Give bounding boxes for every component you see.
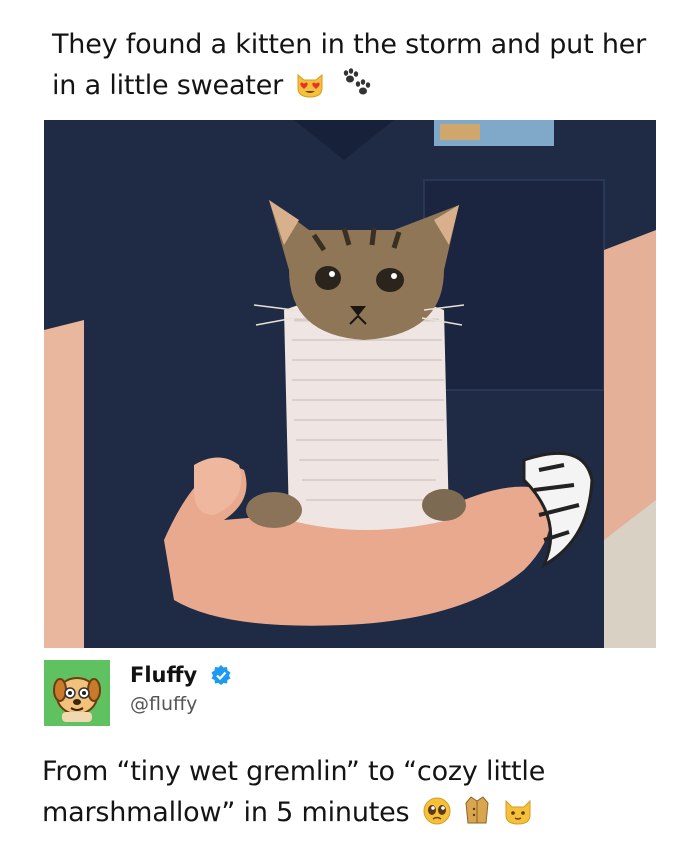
avatar[interactable] bbox=[44, 660, 110, 726]
cat-face-emoji-icon bbox=[503, 796, 533, 837]
verified-badge-icon bbox=[211, 665, 231, 690]
display-name[interactable]: Fluffy bbox=[130, 663, 231, 690]
heart-eyes-cat-emoji-icon bbox=[295, 69, 325, 110]
user-handle[interactable]: @fluffy bbox=[130, 693, 197, 715]
display-name-text: Fluffy bbox=[130, 663, 198, 687]
kitten-in-sweater-illustration bbox=[44, 120, 656, 648]
paw-prints-emoji-icon bbox=[338, 68, 372, 110]
tweet-text: From “tiny wet gremlin” to “cozy little … bbox=[42, 751, 662, 837]
coat-emoji-icon bbox=[464, 795, 490, 837]
kitten-photo bbox=[44, 120, 656, 648]
pleading-face-emoji-icon bbox=[422, 796, 452, 837]
post-caption: They found a kitten in the storm and put… bbox=[52, 24, 662, 110]
dog-avatar-icon bbox=[44, 660, 110, 726]
tweet-author: Fluffy @fluffy bbox=[44, 660, 656, 730]
